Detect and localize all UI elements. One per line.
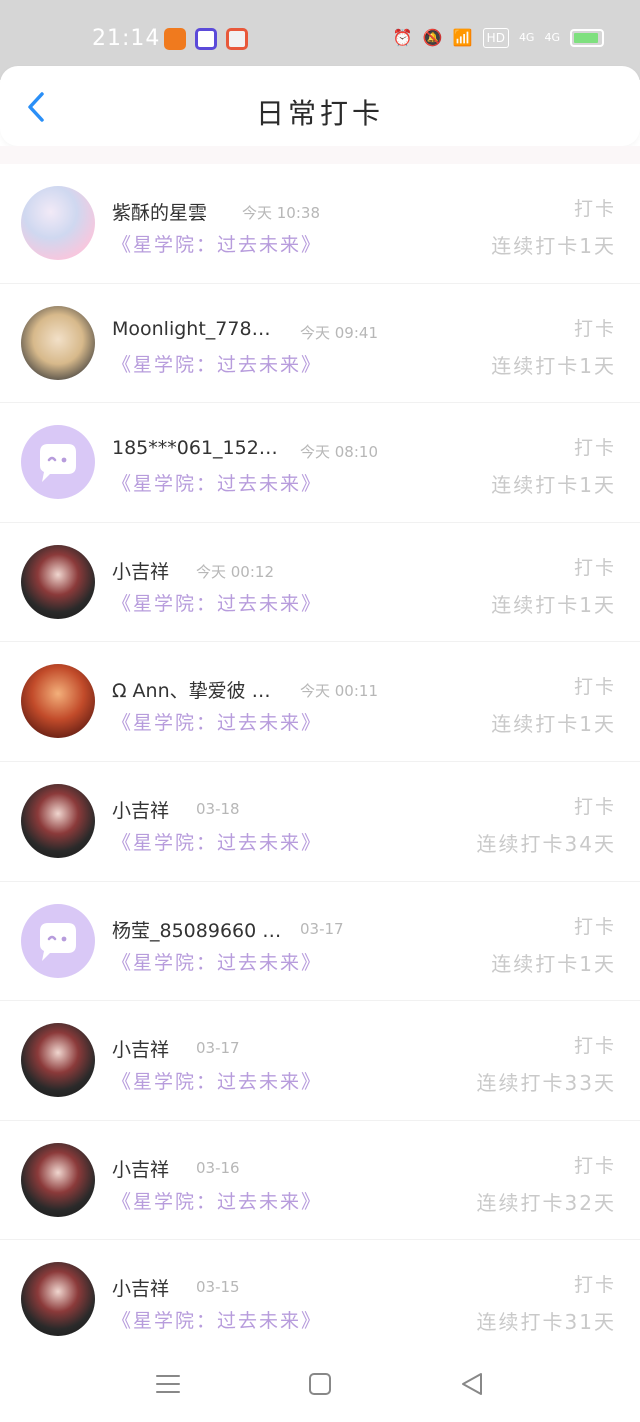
hd-icon: HD: [482, 28, 509, 48]
avatar[interactable]: [21, 783, 95, 858]
checkin-time: 今天 08:10: [300, 443, 378, 462]
list-item[interactable]: 小吉祥 03-16 《星学院：过去未来》 打卡 连续打卡32天: [0, 1121, 640, 1241]
signal-icon: 4G: [544, 31, 560, 44]
user-name[interactable]: 小吉祥: [112, 557, 169, 584]
course-link[interactable]: 《星学院：过去未来》: [112, 828, 322, 855]
course-link[interactable]: 《星学院：过去未来》: [112, 948, 322, 975]
avatar[interactable]: [21, 664, 95, 739]
checkin-label: 打卡: [573, 1035, 616, 1058]
course-link[interactable]: 《星学院：过去未来》: [112, 1187, 322, 1214]
streak-text: 连续打卡1天: [491, 592, 616, 617]
divider-band: [0, 146, 640, 164]
course-link[interactable]: 《星学院：过去未来》: [112, 708, 322, 735]
list-item[interactable]: 杨莹_85089660 … 03-17 《星学院：过去未来》 打卡 连续打卡1天: [0, 882, 640, 1002]
list-item[interactable]: 小吉祥 03-17 《星学院：过去未来》 打卡 连续打卡33天: [0, 1001, 640, 1121]
signal-icon: 4G: [518, 31, 535, 44]
avatar[interactable]: [21, 1023, 95, 1098]
avatar[interactable]: [21, 1142, 95, 1217]
checkin-label: 打卡: [573, 437, 616, 460]
avatar[interactable]: [21, 425, 95, 500]
checkin-label: 打卡: [573, 556, 616, 579]
home-square-icon[interactable]: [306, 1370, 334, 1398]
user-name[interactable]: 杨莹_85089660 …: [112, 916, 281, 943]
checkin-label: 打卡: [573, 198, 616, 220]
list-item[interactable]: 185***061_152 … 今天 08:10 《星学院：过去未来》 打卡 连…: [0, 403, 640, 523]
list-item[interactable]: 小吉祥 03-15 《星学院：过去未来》 打卡 连续打卡31天: [0, 1240, 640, 1360]
battery-icon: [570, 29, 604, 47]
system-nav-bar: [0, 1346, 640, 1422]
default-avatar-icon: [40, 922, 76, 961]
user-name[interactable]: 185***061_152 …: [112, 437, 282, 459]
app-notification-icon: [195, 28, 217, 50]
user-name[interactable]: 小吉祥: [112, 1155, 169, 1182]
app-browser-icon: [164, 28, 186, 50]
checkin-time: 今天 00:12: [196, 562, 274, 581]
checkin-label: 打卡: [573, 915, 616, 938]
streak-text: 连续打卡1天: [491, 473, 616, 498]
streak-text: 连续打卡1天: [491, 234, 616, 258]
page-title: 日常打卡: [255, 97, 384, 130]
avatar[interactable]: [21, 903, 95, 978]
streak-text: 连续打卡31天: [476, 1310, 616, 1335]
checkin-time: 今天 09:41: [300, 323, 378, 342]
streak-text: 连续打卡32天: [476, 1190, 616, 1215]
streak-text: 连续打卡34天: [476, 831, 616, 856]
streak-text: 连续打卡33天: [476, 1071, 616, 1096]
avatar[interactable]: [21, 1262, 95, 1337]
course-link[interactable]: 《星学院：过去未来》: [112, 350, 322, 377]
page-header: 日常打卡: [0, 66, 640, 146]
checkin-label: 打卡: [573, 676, 616, 699]
list-item[interactable]: Ω Ann、挚爱彼 … 今天 00:11 《星学院：过去未来》 打卡 连续打卡1…: [0, 642, 640, 762]
back-triangle-icon[interactable]: [458, 1370, 486, 1398]
checkin-label: 打卡: [573, 795, 616, 818]
app-game-icon: [226, 28, 248, 50]
checkin-label: 打卡: [573, 1154, 616, 1177]
course-link[interactable]: 《星学院：过去未来》: [112, 469, 322, 496]
course-link[interactable]: 《星学院：过去未来》: [112, 1067, 322, 1094]
streak-text: 连续打卡1天: [491, 951, 616, 976]
course-link[interactable]: 《星学院：过去未来》: [112, 230, 322, 257]
checkin-list: 紫酥的星雲 今天 10:38 《星学院：过去未来》 打卡 连续打卡1天 Moon…: [0, 164, 640, 1360]
mute-icon: 🔕: [422, 28, 443, 47]
user-name[interactable]: 小吉祥: [112, 796, 169, 823]
avatar[interactable]: [21, 305, 95, 380]
user-name[interactable]: 紫酥的星雲: [112, 198, 207, 225]
streak-text: 连续打卡1天: [491, 712, 616, 737]
status-time: 21:14: [92, 26, 161, 51]
avatar[interactable]: [21, 544, 95, 619]
alarm-icon: ⏰: [392, 28, 413, 47]
list-item[interactable]: 小吉祥 03-18 《星学院：过去未来》 打卡 连续打卡34天: [0, 762, 640, 882]
course-link[interactable]: 《星学院：过去未来》: [112, 1306, 322, 1333]
checkin-label: 打卡: [573, 317, 616, 340]
user-name[interactable]: 小吉祥: [112, 1274, 169, 1301]
list-item[interactable]: Moonlight_7780 … 今天 09:41 《星学院：过去未来》 打卡 …: [0, 284, 640, 404]
user-name[interactable]: 小吉祥: [112, 1035, 169, 1062]
course-link[interactable]: 《星学院：过去未来》: [112, 589, 322, 616]
checkin-time: 03-17: [196, 1039, 240, 1058]
checkin-time: 03-17: [300, 919, 344, 938]
checkin-time: 03-16: [196, 1158, 240, 1177]
list-item[interactable]: 紫酥的星雲 今天 10:38 《星学院：过去未来》 打卡 连续打卡1天: [0, 164, 640, 284]
checkin-time: 03-18: [196, 799, 240, 818]
checkin-time: 今天 00:11: [300, 682, 378, 701]
default-avatar-icon: [40, 444, 76, 483]
streak-text: 连续打卡1天: [491, 353, 616, 378]
user-name[interactable]: Moonlight_7780 …: [112, 318, 282, 340]
menu-icon[interactable]: [154, 1370, 182, 1398]
avatar[interactable]: [21, 186, 95, 260]
status-icons: ⏰ 🔕 📶 HD 4G 4G: [393, 26, 604, 50]
user-name[interactable]: Ω Ann、挚爱彼 …: [112, 676, 271, 703]
wifi-icon: 📶: [452, 28, 473, 47]
checkin-time: 今天 10:38: [242, 204, 320, 222]
checkin-label: 打卡: [573, 1274, 616, 1297]
checkin-time: 03-15: [196, 1278, 240, 1297]
list-item[interactable]: 小吉祥 今天 00:12 《星学院：过去未来》 打卡 连续打卡1天: [0, 523, 640, 643]
